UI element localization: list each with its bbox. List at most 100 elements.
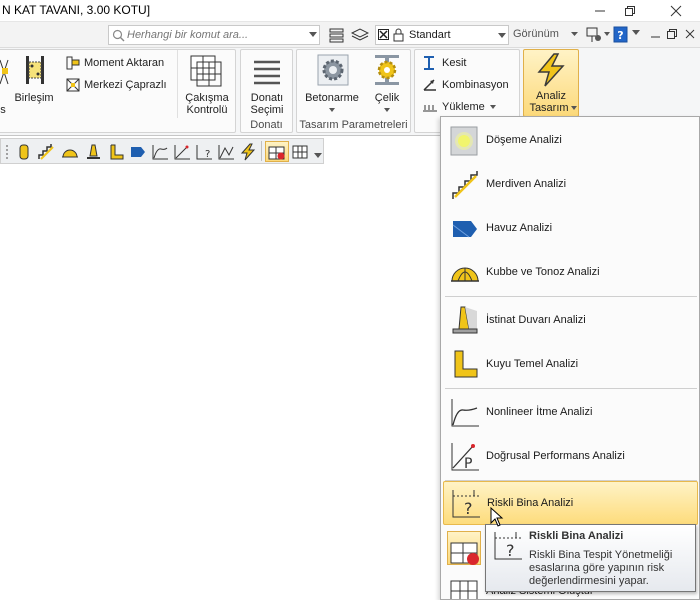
dome-icon[interactable]: [61, 143, 79, 161]
cakisma-label-1: Çakışma: [185, 92, 229, 104]
well-foundation-icon[interactable]: [107, 143, 125, 161]
menu-item-label: Havuz Analizi: [486, 222, 553, 234]
svg-text:?: ?: [617, 29, 623, 42]
kesit-button[interactable]: Kesit: [421, 54, 466, 72]
menu-item-label: İstinat Duvarı Analizi: [486, 314, 586, 326]
pushover-icon[interactable]: [151, 143, 169, 161]
close-button[interactable]: [656, 0, 696, 22]
section-icon: [424, 56, 434, 70]
close-icon[interactable]: [684, 28, 696, 40]
lock-icon: [393, 28, 404, 42]
style-select[interactable]: Standart: [375, 25, 509, 45]
help-icon[interactable]: ?: [613, 26, 629, 44]
grid-icon[interactable]: [291, 143, 309, 161]
linear-performance-icon[interactable]: [173, 143, 191, 161]
svg-text:?: ?: [464, 499, 473, 518]
minimize-icon[interactable]: [650, 28, 662, 40]
well-foundation-icon: [454, 350, 478, 378]
kesit-label: Kesit: [442, 57, 467, 69]
cross-brace-icon: [66, 78, 80, 92]
search-input[interactable]: [127, 28, 305, 42]
merkezi-caprazli-button[interactable]: Merkezi Çaprazlı: [65, 76, 167, 94]
more-icon[interactable]: [604, 28, 610, 38]
menu-item-riskli-bina[interactable]: ? Riskli Bina Analizi: [443, 481, 698, 525]
pushover-icon: [451, 399, 479, 427]
celik-label: Çelik: [374, 92, 400, 104]
connection-icon[interactable]: [0, 56, 10, 86]
pool-icon[interactable]: [129, 143, 147, 161]
chevron-down-icon: [309, 32, 317, 37]
donati-secimi-button[interactable]: Donatı Seçimi: [243, 52, 291, 118]
menu-item-label: Nonlineer İtme Analizi: [486, 406, 593, 418]
chevron-down-icon[interactable]: [632, 28, 640, 36]
analysis-system-icon: [450, 542, 479, 565]
close-icon: [670, 5, 682, 17]
analysis-system-icon: [268, 146, 285, 160]
linear-performance-icon: P: [451, 443, 479, 472]
pin-settings-icon[interactable]: [585, 26, 603, 44]
analiz-label-2: Tasarım: [529, 102, 569, 114]
column-icon[interactable]: [15, 143, 33, 161]
birlesim-label: Birleşim: [14, 92, 54, 104]
menu-item-doseme[interactable]: Döşeme Analizi: [443, 119, 698, 163]
analysis-toolbar: ?: [0, 138, 324, 164]
celik-button[interactable]: Çelik: [365, 52, 409, 118]
menu-item-label: Merdiven Analizi: [486, 178, 567, 190]
lightning-icon: [537, 53, 565, 87]
lightning-small-icon[interactable]: [239, 143, 257, 161]
command-search-box[interactable]: [108, 25, 320, 45]
chevron-down-icon: [329, 108, 335, 112]
menu-item-dogrusal[interactable]: P Doğrusal Performans Analizi: [443, 435, 698, 479]
slab-icon: [450, 126, 478, 156]
grid-icon: [450, 580, 478, 599]
yukleme-button[interactable]: Yükleme: [421, 98, 496, 116]
tooltip-description: Riskli Bina Tespit Yönetmeliği esasların…: [529, 549, 673, 587]
ribbon-group-donati: Donatı Seçimi Donatı: [240, 49, 293, 133]
restore-button[interactable]: [610, 0, 650, 22]
menu-item-kubbe[interactable]: Kubbe ve Tonoz Analizi: [443, 251, 698, 295]
tooltip-title: Riskli Bina Analizi: [529, 530, 624, 542]
collision-check-icon: [190, 55, 222, 87]
chevron-down-icon: [571, 106, 577, 110]
pool-icon: [452, 221, 477, 238]
curve-analysis-icon[interactable]: [217, 143, 235, 161]
menu-item-nonlineer[interactable]: Nonlineer İtme Analizi: [443, 391, 698, 435]
betonarme-button[interactable]: Betonarme: [301, 52, 363, 118]
analiz-tasarim-button[interactable]: Analiz Tasarım: [523, 49, 579, 117]
menu-item-kuyu[interactable]: Kuyu Temel Analizi: [443, 343, 698, 387]
analiz-label-1: Analiz: [536, 90, 566, 102]
birlesim-button[interactable]: Birleşim: [13, 52, 55, 110]
menu-separator: [445, 388, 697, 389]
risk-analysis-icon: ?: [494, 532, 522, 560]
steel-gear-icon: [375, 55, 399, 85]
retaining-wall-icon[interactable]: [85, 143, 103, 161]
donati-secimi-label-2: Seçimi: [250, 104, 284, 116]
layer-stack-icon[interactable]: [351, 27, 369, 43]
view-label: Görünüm: [513, 28, 559, 40]
layers-icon[interactable]: [328, 27, 346, 43]
minimize-icon: [595, 10, 605, 12]
restore-icon[interactable]: [666, 28, 678, 40]
view-menu[interactable]: Görünüm: [511, 26, 581, 44]
mouse-cursor-icon: [490, 507, 504, 527]
combination-icon: [423, 79, 436, 91]
toolbar-separator: [261, 141, 262, 161]
menu-item-label: Kuyu Temel Analizi: [486, 358, 579, 370]
svg-text:?: ?: [506, 541, 515, 560]
risk-analysis-icon[interactable]: ?: [195, 143, 213, 161]
menu-item-label: Kubbe ve Tonoz Analizi: [486, 266, 600, 278]
menu-item-havuz[interactable]: Havuz Analizi: [443, 207, 698, 251]
title-bar: N KAT TAVANI, 3.00 KOTU]: [0, 0, 700, 22]
menu-item-merdiven[interactable]: Merdiven Analizi: [443, 163, 698, 207]
window-title: N KAT TAVANI, 3.00 KOTU]: [2, 3, 151, 17]
menu-item-label: Döşeme Analizi: [486, 134, 562, 146]
stair-icon[interactable]: [37, 143, 55, 161]
kombinasyon-button[interactable]: Kombinasyon: [421, 76, 509, 94]
menu-item-istinat[interactable]: İstinat Duvarı Analizi: [443, 299, 698, 343]
restore-icon: [625, 6, 635, 16]
build-system-toggle[interactable]: [265, 141, 289, 162]
grip-icon[interactable]: [4, 143, 10, 161]
chevron-down-icon[interactable]: [314, 151, 322, 159]
moment-aktaran-button[interactable]: Moment Aktaran: [65, 54, 164, 72]
cakisma-kontrolu-button[interactable]: Çakışma Kontrolü: [177, 50, 235, 118]
